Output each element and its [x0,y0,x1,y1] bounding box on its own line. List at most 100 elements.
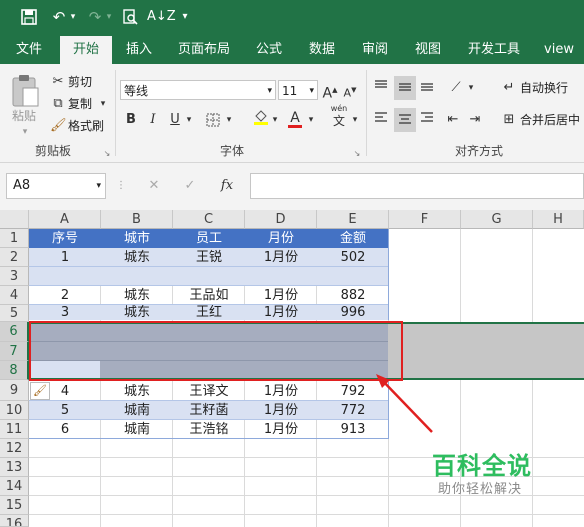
table-cell[interactable]: 4 [29,382,101,401]
copy-button[interactable]: 复制 [68,94,92,114]
insert-function-icon[interactable]: fx [216,176,238,196]
wrap-text-button[interactable]: 自动换行 [520,78,568,98]
splitter-icon[interactable]: ⋮ [116,176,126,196]
underline-dropdown-icon[interactable]: ▾ [184,110,194,130]
table-cell[interactable]: 城东 [101,382,173,401]
table-cell[interactable]: 1月份 [245,305,317,320]
table-cell[interactable]: 1月份 [245,420,317,439]
customize-icon[interactable]: ▾ [178,6,192,28]
formula-input[interactable] [250,173,584,199]
copy-icon[interactable]: ⧉ [50,94,66,114]
name-box[interactable]: A8 ▾ [6,173,106,199]
table-cell[interactable]: 502 [317,248,389,267]
shrink-font-icon[interactable]: A▼ [342,80,358,104]
table-cell[interactable]: 王译文 [173,382,245,401]
font-color-dropdown-icon[interactable]: ▾ [306,110,316,130]
save-icon[interactable] [18,6,40,28]
tab-formulas[interactable]: 公式 [245,36,293,64]
column-header-c[interactable]: C [173,210,245,229]
border-icon[interactable] [204,110,222,134]
row-header[interactable]: 2 [0,248,29,267]
row-header[interactable]: 9 [0,380,29,401]
italic-button[interactable]: I [146,110,160,130]
row-header[interactable]: 10 [0,401,29,420]
font-name-select[interactable]: 等线 ▾ [120,80,276,100]
format-painter-icon[interactable]: 🖌 [50,116,67,136]
header-cell-seq[interactable]: 序号 [29,229,101,248]
bold-button[interactable]: B [124,110,138,130]
table-cell[interactable]: 王浩铭 [173,420,245,439]
undo-icon[interactable]: ↶ [48,6,70,28]
tab-home[interactable]: 开始 [60,36,112,64]
table-cell[interactable]: 1月份 [245,286,317,305]
tab-insert[interactable]: 插入 [115,36,163,64]
align-bottom-icon[interactable] [418,78,436,98]
row-header[interactable]: 11 [0,420,29,439]
underline-button[interactable]: U [168,110,182,130]
border-dropdown-icon[interactable]: ▾ [224,110,234,130]
enter-icon[interactable]: ✓ [180,176,200,196]
table-cell[interactable]: 城南 [101,401,173,420]
print-preview-icon[interactable] [119,6,141,28]
select-all-corner[interactable] [0,210,29,229]
table-cell[interactable]: 2 [29,286,101,305]
align-left-icon[interactable] [372,110,390,130]
paste-icon[interactable] [10,74,40,108]
table-cell[interactable]: 城东 [101,286,173,305]
column-header-a[interactable]: A [29,210,101,229]
redo-icon[interactable]: ↷ [84,6,106,28]
align-top-icon[interactable] [372,78,390,98]
cut-button[interactable]: 剪切 [68,72,92,92]
merge-center-icon[interactable]: ⊞ [500,110,518,130]
clipboard-launcher-icon[interactable]: ↘ [102,144,112,164]
table-cell[interactable]: 王品如 [173,286,245,305]
row-header[interactable]: 6 [0,322,29,342]
row-header[interactable]: 15 [0,496,29,515]
column-header-f[interactable]: F [389,210,461,229]
decrease-indent-icon[interactable]: ⇤ [444,110,462,130]
phonetic-icon[interactable]: wén 文 [328,104,350,128]
undo-dropdown-icon[interactable]: ▾ [68,6,78,28]
header-cell-city[interactable]: 城市 [101,229,173,248]
column-header-b[interactable]: B [101,210,173,229]
redo-dropdown-icon[interactable]: ▾ [104,6,114,28]
header-cell-month[interactable]: 月份 [245,229,317,248]
row-header[interactable]: 7 [0,342,29,361]
orientation-icon[interactable]: ⟋ [446,78,466,98]
table-cell[interactable]: 882 [317,286,389,305]
increase-indent-icon[interactable]: ⇥ [466,110,484,130]
header-cell-amount[interactable]: 金额 [317,229,389,248]
fill-color-icon[interactable] [252,108,270,133]
paste-dropdown-icon[interactable]: ▾ [18,122,32,142]
worksheet-grid[interactable]: A B C D E F G H 序号 城市 员工 月份 金额 1 城东 王锐 1… [0,210,584,527]
column-header-h[interactable]: H [533,210,584,229]
table-cell[interactable]: 1月份 [245,401,317,420]
tab-developer[interactable]: 开发工具 [462,36,526,64]
tab-review[interactable]: 审阅 [351,36,399,64]
header-cell-employee[interactable]: 员工 [173,229,245,248]
row-header[interactable]: 12 [0,439,29,458]
row-header[interactable]: 5 [0,305,29,322]
row-header[interactable]: 8 [0,361,29,380]
phonetic-dropdown-icon[interactable]: ▾ [350,110,360,130]
align-middle-icon[interactable] [394,76,416,100]
table-cell[interactable]: 1月份 [245,248,317,267]
row-header[interactable]: 16 [0,515,29,527]
fill-color-dropdown-icon[interactable]: ▾ [270,110,280,130]
table-cell[interactable]: 3 [29,305,101,320]
table-cell[interactable]: 5 [29,401,101,420]
table-cell[interactable]: 1 [29,248,101,267]
column-header-g[interactable]: G [461,210,533,229]
column-header-e[interactable]: E [317,210,389,229]
font-color-icon[interactable]: A [286,108,304,128]
align-center-icon[interactable] [394,108,416,132]
tab-data[interactable]: 数据 [298,36,346,64]
tab-file[interactable]: 文件 [5,36,53,64]
sort-icon[interactable]: A↓Z [147,6,176,28]
orientation-dropdown-icon[interactable]: ▾ [466,78,476,98]
table-cell[interactable]: 城南 [101,420,173,439]
row-header[interactable]: 13 [0,458,29,477]
grow-font-icon[interactable]: A▲ [322,80,338,104]
merge-center-button[interactable]: 合并后居中 [520,110,580,130]
table-cell[interactable]: 王锐 [173,248,245,267]
